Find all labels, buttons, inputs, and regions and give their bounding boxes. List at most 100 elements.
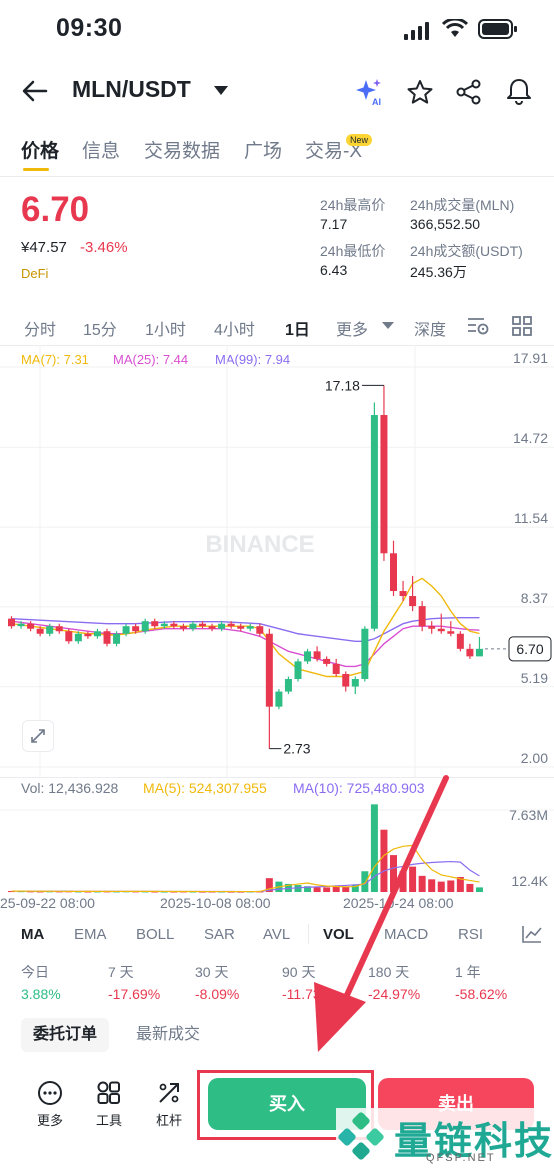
chart-settings-icon[interactable]: [466, 316, 490, 336]
candle: [447, 631, 455, 634]
candle: [27, 623, 35, 629]
interval-4h[interactable]: 4小时: [214, 316, 255, 340]
candle: [93, 631, 101, 637]
more-dropdown-icon[interactable]: [382, 322, 394, 330]
candle: [399, 591, 407, 597]
candle: [189, 623, 197, 629]
candle: [55, 626, 63, 632]
y-tick-label: 17.91: [513, 350, 548, 366]
candle: [275, 691, 283, 707]
interval-time[interactable]: 分时: [24, 316, 56, 340]
chart-watermark: BINANCE: [205, 531, 314, 558]
perf-value-30d: -8.09%: [195, 986, 240, 1002]
volume-base-label: 24h成交量(MLN): [410, 197, 515, 213]
pair-title[interactable]: MLN/USDT: [72, 76, 191, 103]
y-tick-label: 11.54: [514, 510, 548, 526]
new-badge: New: [346, 134, 373, 146]
expand-icon: [31, 729, 45, 743]
volume-bar: [466, 883, 474, 892]
candle: [122, 626, 130, 634]
indicator-rsi[interactable]: RSI: [458, 926, 483, 943]
candle: [141, 621, 149, 632]
volume-quote-label: 24h成交额(USDT): [410, 243, 523, 259]
star-favorite-icon[interactable]: [406, 79, 434, 105]
candle: [409, 596, 417, 607]
candle: [390, 553, 397, 592]
perf-label-7d: 7 天: [108, 964, 134, 980]
volume-quote-value: 245.36万: [410, 264, 467, 280]
ma25-line: [11, 620, 480, 668]
interval-more[interactable]: 更多: [336, 316, 368, 340]
candle: [65, 631, 73, 642]
y-tick-label: 5.19: [521, 670, 548, 686]
candle: [8, 618, 15, 627]
svg-text:AI: AI: [372, 97, 381, 106]
volume-ma5-label: MA(5): 524,307.955: [143, 780, 267, 796]
candle: [418, 606, 426, 627]
tools-grid-icon: [97, 1081, 120, 1104]
x-label-2: 2025-10-08 08:00: [160, 895, 271, 911]
indicator-ema[interactable]: EMA: [74, 926, 107, 943]
interval-15m[interactable]: 15分: [83, 316, 117, 340]
candle: [160, 623, 168, 627]
perf-value-today: 3.88%: [21, 986, 61, 1002]
leverage-icon: [159, 1083, 179, 1103]
fullscreen-button[interactable]: [22, 720, 54, 752]
perf-label-today: 今日: [21, 964, 49, 980]
indicator-sar[interactable]: SAR: [204, 926, 235, 943]
tab-latest-trades[interactable]: 最新成交: [124, 1018, 212, 1052]
candle: [428, 626, 436, 629]
candle: [46, 626, 54, 634]
candle: [218, 623, 226, 629]
candle: [323, 658, 331, 664]
max-price-label: 17.18: [325, 377, 360, 393]
tools-label: 工具: [95, 1113, 122, 1128]
tab-trading-data[interactable]: 交易数据: [144, 136, 220, 163]
candle: [466, 648, 474, 657]
leverage-button[interactable]: 杠杆: [145, 1080, 193, 1129]
candle: [475, 648, 483, 657]
volume-chart[interactable]: 7.63M 12.4K: [0, 798, 554, 894]
brand-watermark: 量链科技 QFSP.NET: [336, 1108, 554, 1168]
depth-tab[interactable]: 深度: [414, 316, 446, 340]
volume-y-tick: 12.4K: [511, 873, 548, 889]
min-price-label: 2.73: [283, 741, 310, 757]
active-tab-indicator: [23, 168, 49, 171]
perf-label-30d: 30 天: [195, 964, 229, 980]
indicator-ma[interactable]: MA: [21, 926, 44, 943]
tools-button[interactable]: 工具: [85, 1080, 133, 1129]
perf-value-7d: -17.69%: [108, 986, 161, 1002]
low-label: 24h最低价: [320, 243, 386, 259]
indicator-avl[interactable]: AVL: [263, 926, 290, 943]
candle: [17, 623, 25, 627]
more-label: 更多: [36, 1113, 63, 1128]
candle: [227, 623, 235, 627]
ai-sparkle-icon[interactable]: AI: [355, 78, 385, 106]
candle: [179, 626, 187, 629]
layout-grid-icon[interactable]: [512, 316, 532, 336]
share-icon[interactable]: [456, 79, 482, 105]
more-dots-icon: [38, 1081, 62, 1105]
tab-price[interactable]: 价格: [21, 136, 59, 163]
more-button[interactable]: 更多: [26, 1080, 74, 1129]
tab-info[interactable]: 信息: [82, 136, 120, 163]
tab-square[interactable]: 广场: [244, 136, 282, 163]
indicator-boll[interactable]: BOLL: [136, 926, 174, 943]
candle: [246, 626, 254, 629]
category-tag[interactable]: DeFi: [21, 266, 48, 281]
pair-dropdown-icon[interactable]: [214, 86, 228, 96]
candle: [170, 623, 178, 627]
candle: [256, 626, 264, 634]
candle: [313, 651, 321, 659]
candle: [132, 626, 140, 632]
wifi-icon: [442, 19, 468, 37]
status-time: 09:30: [56, 14, 123, 42]
indicator-settings-icon[interactable]: [521, 924, 543, 944]
back-arrow-icon[interactable]: [22, 79, 48, 103]
tab-open-orders[interactable]: 委托订单: [21, 1018, 110, 1052]
candlestick-chart[interactable]: BINANCE 17.91 14.72 11.54 8.37 5.19 2.00 17.1…: [0, 345, 554, 777]
candle: [304, 651, 312, 662]
interval-1h[interactable]: 1小时: [145, 316, 186, 340]
bell-alert-icon[interactable]: [506, 77, 532, 105]
interval-1d[interactable]: 1日: [285, 316, 310, 340]
